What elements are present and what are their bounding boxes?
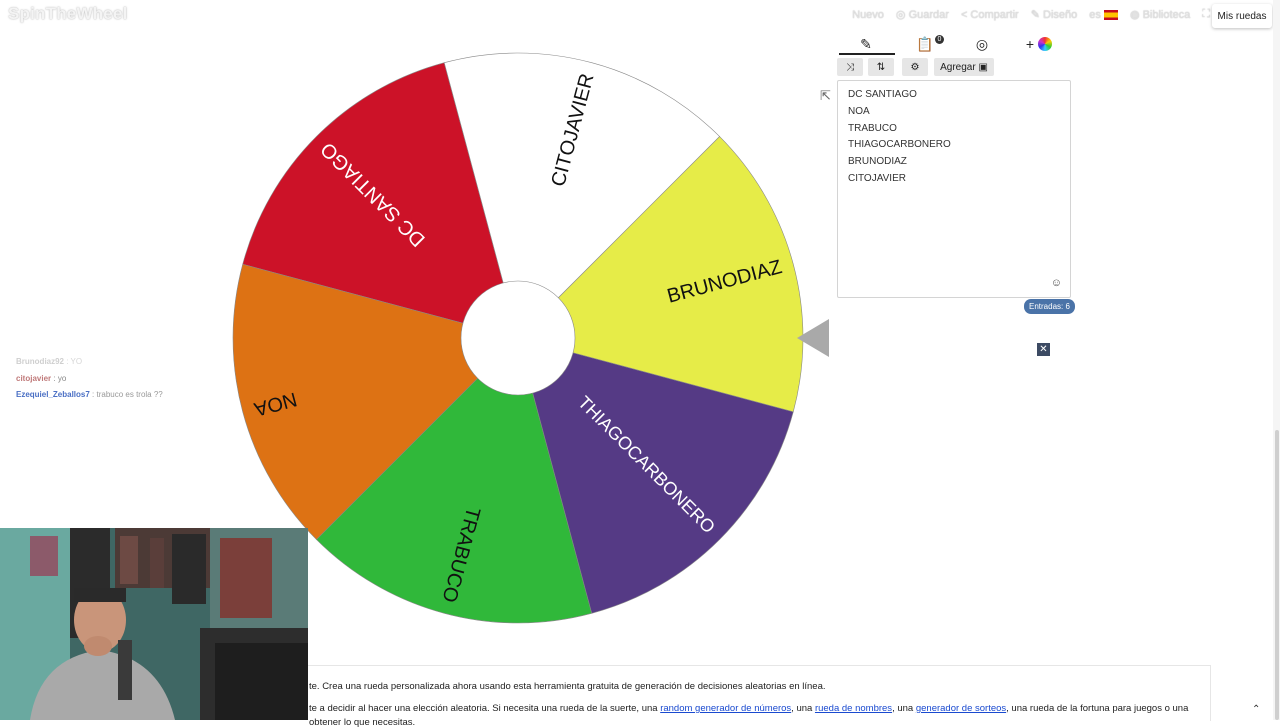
shuffle-icon: ⤨: [846, 61, 854, 73]
settings-button[interactable]: ⚙: [902, 58, 928, 76]
description-line: obtener lo que necesitas.: [309, 717, 416, 728]
add-color-icon[interactable]: +: [1015, 33, 1063, 55]
chat-username: citojavier: [16, 373, 52, 383]
close-icon[interactable]: ✕: [1037, 343, 1050, 356]
description-text: te a decidir al hacer una elección aleat…: [309, 703, 661, 714]
active-tab-indicator: [839, 53, 895, 55]
entry-item: TRABUCO: [848, 122, 897, 134]
sort-icon: ⇅: [876, 61, 886, 73]
image-icon: ▣: [978, 61, 988, 73]
description-text: , una rueda de la fortuna para juegos o …: [1006, 703, 1189, 714]
wheel-pointer-icon: [797, 319, 829, 357]
sort-button[interactable]: ⇅: [868, 58, 894, 76]
color-wheel-icon: [1038, 37, 1053, 51]
nav-language-button[interactable]: es: [1089, 9, 1118, 21]
nav-save-label: Guardar: [908, 9, 949, 21]
webcam-overlay: [0, 528, 308, 720]
description-line: te a decidir al hacer una elección aleat…: [309, 703, 1188, 714]
nav-design-button[interactable]: ✎ Diseño: [1031, 8, 1078, 21]
nav-design-label: Diseño: [1043, 9, 1078, 21]
top-nav: Nuevo ◎ Guardar < Compartir ✎ Diseño es …: [852, 8, 1210, 21]
add-image-label: Agregar: [940, 61, 976, 73]
chat-text: : trabuco es trola ??: [92, 390, 163, 399]
spain-flag-icon: [1103, 9, 1118, 20]
my-wheels-button[interactable]: Mis ruedas: [1212, 4, 1272, 28]
site-logo[interactable]: SpinTheWheel: [8, 4, 128, 24]
editor-tabs: ✎ 📋 0 ◎ +: [837, 33, 1071, 55]
mouse-cursor-icon: ⇱: [820, 88, 831, 103]
chat-username: Brunodiaz92: [16, 357, 65, 366]
entries-textarea[interactable]: DC SANTIAGO NOA TRABUCO THIAGOCARBONERO …: [837, 80, 1071, 298]
shuffle-button[interactable]: ⤨: [837, 58, 863, 76]
chat-message: Brunodiaz92 : YO: [16, 354, 163, 371]
chat-message: citojavier : yo: [16, 371, 163, 388]
scroll-up-icon[interactable]: ⌃: [1252, 704, 1260, 715]
entries-list: DC SANTIAGO NOA TRABUCO THIAGOCARBONERO …: [848, 87, 951, 188]
name-wheel-link[interactable]: rueda de nombres: [815, 703, 892, 714]
nav-library-label: Biblioteca: [1142, 9, 1191, 21]
entry-item: CITOJAVIER: [848, 172, 906, 184]
number-generator-link[interactable]: random generador de números: [660, 703, 791, 714]
entries-count-badge: Entradas: 6: [1024, 299, 1075, 314]
stream-chat: Brunodiaz92 : YO citojavier : yo Ezequie…: [16, 354, 163, 404]
nav-new-button[interactable]: Nuevo: [852, 9, 884, 21]
chat-text: : yo: [53, 373, 67, 383]
chat-text: : YO: [66, 357, 83, 366]
entry-item: NOA: [848, 105, 870, 117]
wheel-center-hub[interactable]: [460, 280, 576, 396]
nav-language-label: es: [1089, 8, 1101, 21]
description-text: , una: [892, 703, 916, 714]
entry-item: BRUNODIAZ: [848, 156, 907, 168]
nav-share-button[interactable]: < Compartir: [961, 9, 1019, 21]
chat-username: Ezequiel_Zeballos7: [16, 390, 90, 399]
nav-share-label: Compartir: [970, 8, 1019, 21]
entry-item: THIAGOCARBONERO: [848, 139, 951, 151]
results-count-badge: 0: [935, 35, 944, 44]
description-text: , una: [791, 703, 815, 714]
nav-save-button[interactable]: ◎ Guardar: [896, 8, 949, 21]
nav-library-button[interactable]: ◉ Biblioteca: [1130, 8, 1190, 21]
description-line: te. Crea una rueda personalizada ahora u…: [309, 681, 826, 692]
chat-message: Ezequiel_Zeballos7 : trabuco es trola ??: [16, 387, 163, 404]
spin-wheel[interactable]: DC SANTIAGONOATRABUCOTHIAGOCARBONEROBRUN…: [231, 51, 805, 625]
add-image-button[interactable]: Agregar ▣: [934, 58, 994, 76]
emoji-icon[interactable]: ☺: [1051, 277, 1062, 289]
page-description: te. Crea una rueda personalizada ahora u…: [308, 665, 1211, 728]
pencil-icon[interactable]: ✎: [842, 33, 890, 55]
gear-icon: ⚙: [910, 61, 920, 73]
entry-item: DC SANTIAGO: [848, 89, 917, 100]
raffle-generator-link[interactable]: generador de sorteos: [916, 703, 1006, 714]
scrollbar-thumb[interactable]: [1275, 430, 1279, 720]
fullscreen-icon[interactable]: ⛶: [1202, 8, 1210, 21]
eye-hidden-icon[interactable]: ◎: [958, 33, 1006, 55]
